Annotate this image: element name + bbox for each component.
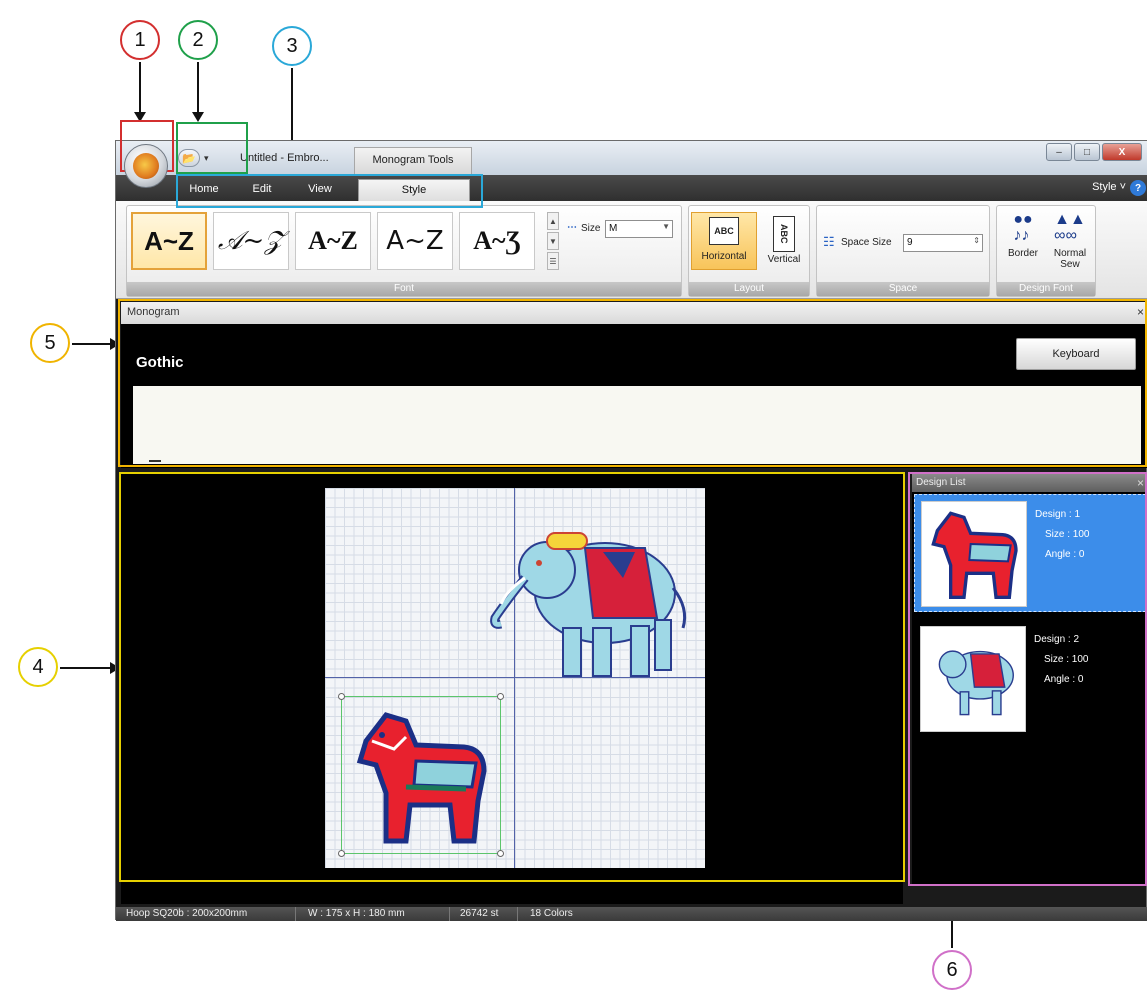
callout-2: 2 — [178, 20, 218, 60]
status-colors: 18 Colors — [530, 908, 573, 919]
layout-group: ABC Horizontal ABC Vertical Layout — [688, 205, 810, 297]
maximize-button[interactable]: □ — [1074, 143, 1100, 161]
horizontal-label: Horizontal — [701, 251, 747, 262]
space-size-icon: ☷ — [823, 234, 835, 249]
callout-6: 6 — [932, 950, 972, 990]
callout-1-arrow — [134, 62, 146, 122]
highlight-design-list — [908, 472, 1147, 886]
callout-4-arrow — [60, 662, 120, 674]
space-size-value: 9 — [907, 237, 913, 248]
status-stitches: 26742 st — [454, 907, 518, 921]
border-spool-icon: ●● ♪♪ — [1013, 211, 1033, 244]
font-group: A~Z 𝒜~𝒵 A~Z A~Z A~Ʒ ▲ ▼ ☰ ⋯ Size M ▼ Fon… — [126, 205, 682, 297]
size-icon: ⋯ — [567, 222, 577, 233]
app-logo-icon — [133, 153, 159, 179]
horizontal-layout-button[interactable]: ABC Horizontal — [691, 212, 757, 270]
horizontal-abc-icon: ABC — [709, 217, 739, 245]
font-style-2[interactable]: 𝒜~𝒵 — [213, 212, 289, 270]
spinner-icon: ⇕ — [973, 236, 980, 245]
window-controls: – □ X — [1046, 143, 1142, 161]
status-hoop: Hoop SQ20b : 200x200mm — [120, 907, 296, 921]
font-style-4[interactable]: A~Z — [377, 212, 453, 270]
help-icon[interactable]: ? — [1130, 180, 1146, 196]
normal-sew-label: Normal Sew — [1053, 248, 1087, 270]
minimize-button[interactable]: – — [1046, 143, 1072, 161]
font-scroll-down-icon[interactable]: ▼ — [547, 232, 559, 250]
vertical-layout-button[interactable]: ABC Vertical — [761, 212, 807, 270]
status-bar: Hoop SQ20b : 200x200mm W : 175 x H : 180… — [116, 907, 1147, 921]
normal-sew-button[interactable]: ▲▲ ∞∞ Normal Sew — [1047, 211, 1093, 271]
font-style-5[interactable]: A~Ʒ — [459, 212, 535, 270]
design-font-group: ●● ♪♪ Border ▲▲ ∞∞ Normal Sew Design Font — [996, 205, 1096, 297]
font-style-3[interactable]: A~Z — [295, 212, 371, 270]
status-dimensions: W : 175 x H : 180 mm — [302, 907, 450, 921]
highlight-quick-access-toolbar — [176, 122, 248, 174]
vertical-label: Vertical — [767, 254, 801, 265]
size-label: Size — [581, 223, 601, 234]
highlight-monogram-panel — [118, 299, 1147, 467]
layout-group-label: Layout — [689, 282, 809, 296]
highlight-ribbon-tabs — [176, 174, 483, 208]
callout-1: 1 — [120, 20, 160, 60]
font-scroll-up-icon[interactable]: ▲ — [547, 212, 559, 230]
border-label: Border — [1007, 248, 1038, 259]
font-group-label: Font — [127, 282, 681, 296]
vertical-abc-icon: ABC — [773, 216, 795, 252]
highlight-design-canvas — [119, 472, 905, 882]
space-group-label: Space — [817, 282, 989, 296]
callout-3: 3 — [272, 26, 312, 66]
design-font-group-label: Design Font — [997, 282, 1095, 296]
border-button[interactable]: ●● ♪♪ Border — [1001, 212, 1045, 270]
style-menu-dropdown[interactable]: Style ˅ — [1092, 181, 1126, 193]
ribbon: A~Z 𝒜~𝒵 A~Z A~Z A~Ʒ ▲ ▼ ☰ ⋯ Size M ▼ Fon… — [116, 201, 1147, 299]
close-button[interactable]: X — [1102, 143, 1142, 161]
callout-2-arrow — [192, 62, 204, 122]
monogram-tools-context-tab: Monogram Tools — [354, 147, 472, 175]
space-size-label: Space Size — [841, 237, 892, 248]
font-style-1[interactable]: A~Z — [131, 212, 207, 270]
space-size-spinner[interactable]: 9 ⇕ — [903, 234, 983, 252]
normal-sew-spool-icon: ▲▲ ∞∞ — [1054, 211, 1086, 244]
size-value: M — [609, 223, 618, 234]
application-menu-button[interactable] — [124, 144, 168, 188]
size-select[interactable]: M ▼ — [605, 220, 673, 238]
callout-5-arrow — [72, 338, 120, 350]
font-gallery-expand-icon[interactable]: ☰ — [547, 252, 559, 270]
chevron-down-icon: ▼ — [662, 222, 670, 231]
space-group: ☷ Space Size 9 ⇕ Space — [816, 205, 990, 297]
document-title: Untitled - Embro... — [240, 152, 329, 164]
callout-4: 4 — [18, 647, 58, 687]
title-bar: 📂 ▾ Untitled - Embro... Monogram Tools –… — [116, 141, 1147, 188]
callout-5: 5 — [30, 323, 70, 363]
